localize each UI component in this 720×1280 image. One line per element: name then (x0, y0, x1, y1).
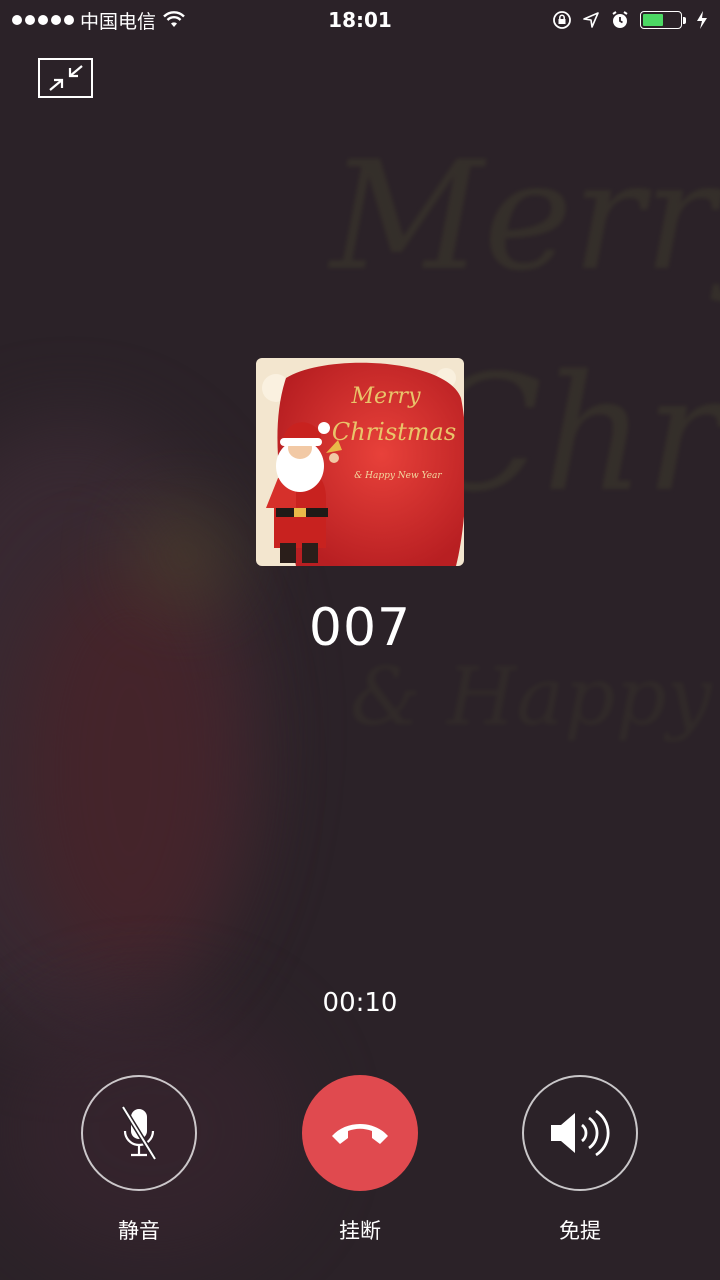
alarm-icon (612, 11, 628, 28)
hangup-label: 挂断 (339, 1219, 381, 1243)
call-duration: 00:10 (322, 988, 398, 1018)
mute-control[interactable]: 静音 (81, 1075, 197, 1245)
svg-text:Merry: Merry (350, 384, 421, 409)
caller-avatar: Merry Christmas & Happy New Year (256, 358, 464, 566)
wifi-icon (163, 11, 185, 27)
orientation-lock-icon (553, 11, 571, 29)
speaker-control[interactable]: 免提 (522, 1075, 638, 1245)
speaker-icon (551, 1109, 610, 1157)
signal-icon (12, 15, 74, 25)
caller-name: 007 (308, 598, 412, 658)
charging-icon (697, 11, 707, 29)
battery-icon (640, 11, 686, 29)
svg-text:& Happy New Year: & Happy New Year (354, 471, 442, 481)
carrier-label: 中国电信 (80, 10, 157, 33)
speaker-label: 免提 (559, 1219, 601, 1243)
speaker-button[interactable] (522, 1075, 638, 1191)
status-bar: 中国电信 18:01 (0, 0, 720, 40)
call-screen: Merry Christmas & Happy New Year 中国电信 18… (0, 0, 720, 1280)
mute-button[interactable] (81, 1075, 197, 1191)
minimize-icon (48, 65, 83, 91)
location-icon (583, 12, 599, 28)
svg-text:Christmas: Christmas (332, 418, 456, 446)
hangup-control[interactable]: 挂断 (302, 1075, 418, 1245)
minimize-button[interactable] (38, 58, 93, 98)
hangup-button[interactable] (302, 1075, 418, 1191)
mute-label: 静音 (118, 1219, 160, 1243)
mic-off-icon (120, 1105, 158, 1161)
hangup-phone-icon (332, 1124, 388, 1144)
